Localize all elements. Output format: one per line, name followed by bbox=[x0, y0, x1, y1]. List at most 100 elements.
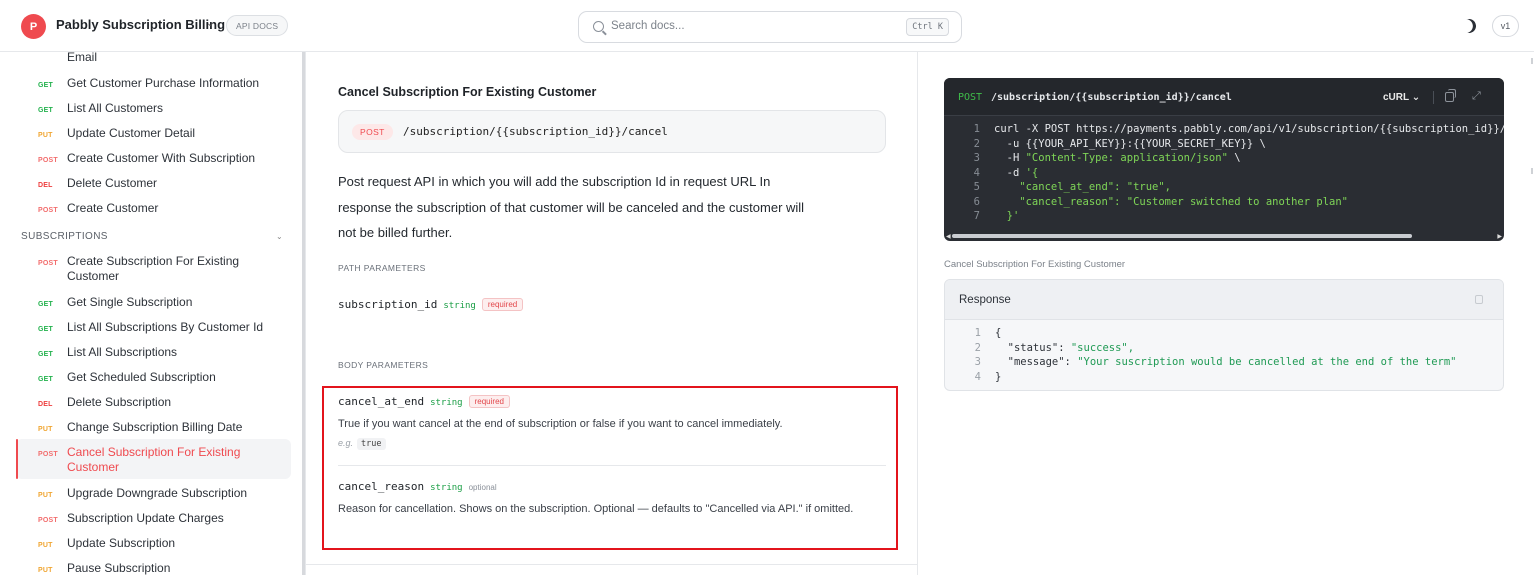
search-shortcut: Ctrl K bbox=[906, 18, 949, 36]
json-token: { bbox=[995, 327, 1002, 339]
expand-icon[interactable]: ⤢ bbox=[1472, 90, 1481, 103]
sidebar-item-label: Email bbox=[67, 52, 98, 64]
method-badge: POST bbox=[38, 517, 58, 524]
sidebar-item-label: Change Subscription Billing Date bbox=[67, 420, 243, 434]
sidebar: Email GET Get Customer Purchase Informatio… bbox=[0, 52, 306, 575]
method-badge: GET bbox=[38, 326, 53, 333]
sidebar-item-label: Upgrade Downgrade Subscription bbox=[67, 486, 248, 500]
response-header: Response bbox=[945, 280, 1503, 320]
moon-icon[interactable] bbox=[1460, 17, 1478, 35]
sidebar-item-label: Delete Subscription bbox=[67, 395, 172, 409]
code-string: '{ bbox=[1025, 166, 1039, 179]
code-text: "cancel_at_end": "true", bbox=[994, 180, 1171, 195]
copy-icon[interactable] bbox=[1445, 89, 1456, 102]
code-line: 5 "cancel_at_end": "true", bbox=[944, 180, 1504, 195]
brand-logo[interactable]: P bbox=[21, 14, 46, 39]
scroll-right-icon[interactable]: ▶ bbox=[1497, 233, 1502, 240]
response-text: { bbox=[995, 326, 1001, 341]
response-panel: Response 1 {2 "status": "success", 3 "mess… bbox=[944, 279, 1504, 391]
body-parameters-heading: BODY PARAMETERS bbox=[338, 360, 429, 370]
version-selector[interactable]: v1 bbox=[1492, 15, 1519, 37]
response-caption: Cancel Subscription For Existing Custome… bbox=[944, 259, 1126, 270]
scroll-left-icon[interactable]: ◀ bbox=[946, 233, 951, 240]
json-value: "Your suscription would be cancelled at … bbox=[1077, 356, 1457, 368]
sidebar-item-label: List All Subscriptions bbox=[67, 345, 178, 359]
response-text: "message": "Your suscription would be ca… bbox=[995, 355, 1457, 370]
line-number: 1 bbox=[974, 327, 981, 339]
sidebar-item-label: Get Customer Purchase Information bbox=[67, 76, 260, 90]
line-number: 2 bbox=[973, 137, 980, 150]
method-badge: POST bbox=[38, 207, 58, 214]
code-text: curl -X POST https://payments.pabbly.com… bbox=[994, 122, 1504, 137]
code-text: -H "Content-Type: application/json" \ bbox=[994, 151, 1241, 166]
method-badge: POST bbox=[38, 260, 58, 267]
scroll-mark bbox=[1531, 58, 1533, 64]
sidebar-item-label: Get Single Subscription bbox=[67, 295, 193, 309]
scroll-mark bbox=[1531, 168, 1533, 174]
code-token: curl -X POST https://payments.pabbly.com… bbox=[994, 123, 1504, 135]
code-scrollbar[interactable] bbox=[952, 234, 1412, 238]
language-selector[interactable]: cURL ⌄ bbox=[1383, 92, 1420, 103]
method-badge: POST bbox=[38, 451, 58, 458]
sidebar-item-label: Create Customer bbox=[67, 201, 159, 215]
response-title: Response bbox=[959, 294, 1011, 306]
endpoint-path: /subscription/{{subscription_id}}/cancel bbox=[403, 125, 668, 138]
search-input[interactable]: Search docs... Ctrl K bbox=[578, 11, 962, 43]
method-badge: PUT bbox=[38, 492, 53, 499]
code-string: }' bbox=[994, 210, 1020, 222]
line-number: 2 bbox=[974, 341, 981, 354]
main-content: Cancel Subscription For Existing Custome… bbox=[306, 52, 918, 575]
copy-icon[interactable] bbox=[1475, 295, 1483, 304]
chevron-down-icon[interactable]: ⌄ bbox=[206, 18, 214, 29]
method-badge: GET bbox=[38, 301, 53, 308]
code-text: -d '{ bbox=[994, 166, 1039, 181]
chevron-down-icon[interactable]: ⌄ bbox=[276, 232, 283, 241]
code-line: 4 -d '{ bbox=[944, 166, 1504, 181]
sidebar-active-indicator bbox=[16, 439, 18, 479]
sidebar-scrollbar[interactable] bbox=[302, 52, 305, 575]
sidebar-item-label: Create Customer With Subscription bbox=[67, 151, 256, 165]
sidebar-item-label: List All Customers bbox=[67, 101, 164, 115]
sidebar-item-label: Subscription Update Charges bbox=[67, 511, 224, 525]
path-parameters-heading: PATH PARAMETERS bbox=[338, 263, 426, 273]
page-scrollbar[interactable] bbox=[1528, 52, 1534, 575]
search-placeholder: Search docs... bbox=[611, 20, 685, 32]
code-token: -H bbox=[994, 152, 1026, 164]
brand-name[interactable]: Pabbly Subscription Billing bbox=[56, 17, 225, 32]
sidebar-item-label: Update Customer Detail bbox=[67, 126, 196, 140]
code-string: "cancel_at_end": "true", bbox=[994, 181, 1172, 193]
response-text: } bbox=[995, 370, 1001, 385]
sidebar-item-label: Create Subscription For Existing Custome… bbox=[67, 254, 240, 283]
response-text: "status": "success", bbox=[995, 341, 1134, 356]
top-header: P Pabbly Subscription Billing ⌄ API DOCS… bbox=[0, 0, 1534, 52]
json-token: "status": bbox=[995, 341, 1071, 354]
method-badge: DEL bbox=[38, 401, 53, 408]
code-string: "cancel_reason": "Customer switched to a… bbox=[994, 195, 1349, 208]
endpoint-description: Post request API in which you will add t… bbox=[338, 174, 805, 240]
endpoint-box: POST /subscription/{{subscription_id}}/c… bbox=[338, 110, 886, 153]
code-text: -u {{YOUR_API_KEY}}:{{YOUR_SECRET_KEY}} … bbox=[994, 137, 1266, 152]
line-number: 4 bbox=[974, 370, 981, 383]
line-number: 4 bbox=[973, 166, 980, 179]
line-number: 6 bbox=[973, 195, 980, 208]
line-number: 5 bbox=[973, 181, 980, 193]
code-method: POST bbox=[958, 92, 983, 103]
line-number: 3 bbox=[974, 356, 981, 368]
param-name: subscription_id bbox=[338, 298, 438, 311]
json-token: } bbox=[995, 370, 1002, 383]
code-string: "Content-Type: application/json" bbox=[1025, 152, 1228, 164]
code-path: /subscription/{{subscription_id}}/cancel bbox=[991, 92, 1232, 103]
header-divider bbox=[1433, 91, 1434, 104]
code-line: 1 curl -X POST https://payments.pabbly.co… bbox=[944, 122, 1504, 137]
required-badge: required bbox=[481, 298, 524, 311]
sidebar-section-subscriptions[interactable]: SUBSCRIPTIONS bbox=[21, 231, 108, 242]
code-text: "cancel_reason": "Customer switched to a… bbox=[994, 195, 1348, 210]
line-number: 3 bbox=[973, 152, 980, 164]
method-badge: GET bbox=[38, 376, 53, 383]
path-param-subscription-id: subscription_id string required bbox=[338, 298, 524, 311]
method-badge: GET bbox=[38, 107, 53, 114]
code-line: 7 }' bbox=[944, 209, 1504, 224]
chevron-down-icon: ⌄ bbox=[1411, 92, 1421, 103]
sidebar-item-label: Cancel Subscription For Existing Custome… bbox=[67, 445, 241, 474]
code-token: -u {{YOUR_API_KEY}}:{{YOUR_SECRET_KEY}} … bbox=[994, 137, 1266, 150]
